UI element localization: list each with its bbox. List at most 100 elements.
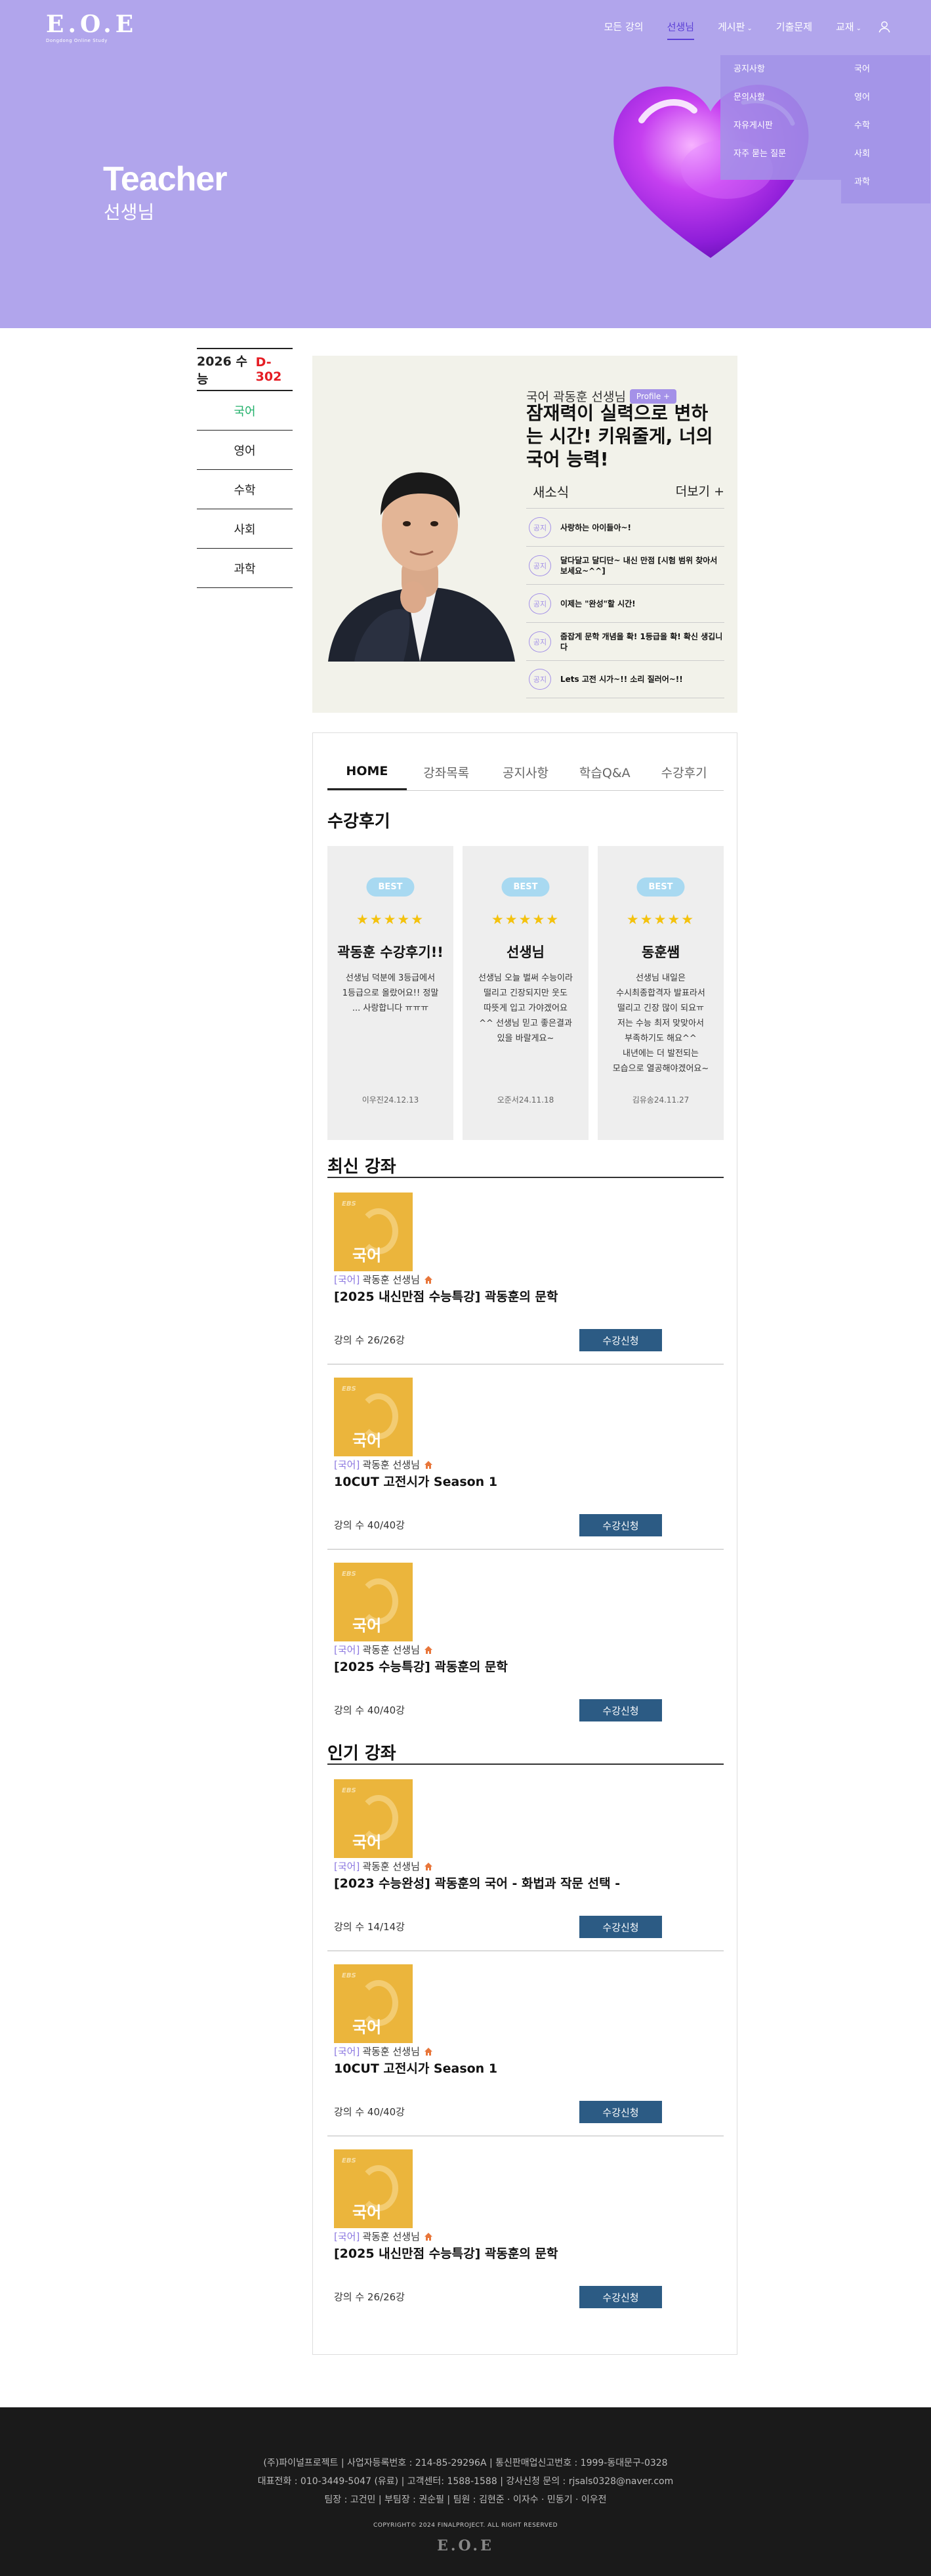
course-thumbnail[interactable]: EBS 국어 — [334, 1563, 413, 1641]
thumb-subject: 국어 — [352, 1431, 382, 1450]
news-text: 줍잡게 문학 개념을 확! 1등급을 확! 확신 생깁니다 — [560, 631, 723, 652]
news-item[interactable]: 공지 이제는 "완성"할 시간! — [526, 584, 724, 622]
dropdown-math[interactable]: 수학 — [841, 119, 930, 148]
enroll-button[interactable]: 수강신청 — [579, 2101, 662, 2123]
house-icon[interactable] — [423, 2046, 434, 2057]
sidebar-item-korean[interactable]: 국어 — [197, 391, 293, 431]
footer-logo[interactable]: E.O.E — [437, 2537, 494, 2554]
news-item[interactable]: 공지 줍잡게 문학 개념을 확! 1등급을 확! 확신 생깁니다 — [526, 622, 724, 660]
course-category: [국어] — [334, 1861, 360, 1872]
chevron-down-icon: ⌄ — [856, 25, 861, 32]
dropdown-notice[interactable]: 공지사항 — [720, 63, 841, 91]
dropdown-science[interactable]: 과학 — [841, 176, 930, 204]
review-author-date: 김유송24.11.27 — [632, 1095, 690, 1105]
footer-contact-info: 대표전화 : 010-3449-5047 (유료) | 고객센터: 1588-1… — [257, 2476, 674, 2487]
news-more-link[interactable]: 더보기 + — [676, 482, 724, 501]
dropdown-korean[interactable]: 국어 — [841, 63, 930, 91]
thumb-subject: 국어 — [352, 2018, 382, 2037]
house-icon[interactable] — [423, 2231, 434, 2242]
tab-home[interactable]: HOME — [327, 754, 407, 790]
tab-notice[interactable]: 공지사항 — [486, 754, 566, 790]
tab-course-list[interactable]: 강좌목록 — [407, 754, 486, 790]
review-card[interactable]: BEST ★★★★★ 곽동훈 수강후기!! 선생님 덕분에 3등급에서 1등급으… — [327, 846, 453, 1140]
best-badge: BEST — [501, 877, 550, 897]
course-title[interactable]: [2023 수능완성] 곽동훈의 국어 - 화법과 작문 선택 - — [334, 1874, 620, 1891]
course-thumbnail[interactable]: EBS 국어 — [334, 1964, 413, 2043]
dropdown-faq[interactable]: 자주 묻는 질문 — [720, 148, 841, 176]
course-category: [국어] — [334, 1274, 360, 1286]
course-title[interactable]: [2025 내신만점 수능특강] 곽동훈의 문학 — [334, 2244, 558, 2262]
news-item[interactable]: 공지 달다달고 달디단~ 내신 만점 [시험 범위 찾아서 보세요~^^] — [526, 546, 724, 584]
enroll-button[interactable]: 수강신청 — [579, 1916, 662, 1938]
review-card[interactable]: BEST ★★★★★ 선생님 선생님 오늘 벌써 수능이라 떨리고 긴장되지만 … — [463, 846, 589, 1140]
lecture-count: 강의 수 40/40강 — [334, 2106, 405, 2118]
sidebar-item-social[interactable]: 사회 — [197, 509, 293, 549]
course-thumbnail[interactable]: EBS 국어 — [334, 1193, 413, 1271]
news-text: 달다달고 달디단~ 내신 만점 [시험 범위 찾아서 보세요~^^] — [560, 555, 718, 576]
nav-all-courses[interactable]: 모든 강의 — [592, 17, 655, 36]
news-item[interactable]: 공지 사랑하는 아이들아~! — [526, 508, 724, 546]
course-title[interactable]: [2025 수능특강] 곽동훈의 문학 — [334, 1657, 508, 1675]
nav-past-exams[interactable]: 기출문제 — [764, 17, 824, 36]
dropdown-english[interactable]: 영어 — [841, 91, 930, 119]
review-author-date: 이우진24.12.13 — [362, 1095, 419, 1105]
news-item[interactable]: 공지 Lets 고전 시가~!! 소리 질러어~!! — [526, 660, 724, 698]
course-item: EBS 국어 [국어] 곽동훈 선생님 10CUT 고전시가 Season 1 … — [327, 1364, 724, 1550]
enroll-button[interactable]: 수강신청 — [579, 1514, 662, 1536]
review-card[interactable]: BEST ★★★★★ 동훈쌤 선생님 내일은 수시최종합격자 발표라서 떨리고 … — [598, 846, 724, 1140]
lecture-count: 강의 수 26/26강 — [334, 1334, 405, 1346]
house-icon[interactable] — [423, 1460, 434, 1470]
dropdown-free-board[interactable]: 자유게시판 — [720, 119, 841, 148]
enroll-button[interactable]: 수강신청 — [579, 2286, 662, 2308]
best-badge: BEST — [366, 877, 415, 897]
house-icon[interactable] — [423, 1275, 434, 1285]
enroll-button[interactable]: 수강신청 — [579, 1699, 662, 1721]
books-dropdown: 국어 영어 수학 사회 과학 — [841, 55, 930, 203]
thumb-subject: 국어 — [352, 1246, 382, 1265]
sidebar-item-science[interactable]: 과학 — [197, 549, 293, 588]
teacher-slogan: 잠재력이 실력으로 변하는 시간! 키워줄게, 너의 국어 능력! — [526, 402, 713, 470]
news-list: 공지 사랑하는 아이들아~! 공지 달다달고 달디단~ 내신 만점 [시험 범위… — [526, 508, 724, 698]
logo-mark: E.O.E — [46, 11, 138, 38]
course-title[interactable]: 10CUT 고전시가 Season 1 — [334, 1472, 497, 1490]
latest-courses-title: 최신 강좌 — [327, 1157, 396, 1177]
nav-teachers[interactable]: 선생님 — [655, 17, 706, 40]
tab-reviews[interactable]: 수강후기 — [644, 754, 724, 790]
teacher-content-panel: HOME 강좌목록 공지사항 학습Q&A 수강후기 수강후기 BEST ★★★★… — [312, 732, 737, 2355]
tab-qna[interactable]: 학습Q&A — [565, 754, 644, 790]
notice-tag: 공지 — [529, 593, 551, 614]
teacher-profile-card: 국어 곽동훈 선생님 Profile + 잠재력이 실력으로 변하는 시간! 키… — [312, 356, 737, 713]
course-item: EBS 국어 [국어] 곽동훈 선생님 [2025 내신만점 수능특강] 곽동훈… — [327, 2136, 724, 2321]
dday-counter: D-302 — [255, 355, 282, 384]
course-teacher: 곽동훈 선생님 — [362, 1861, 420, 1872]
course-thumbnail[interactable]: EBS 국어 — [334, 1779, 413, 1858]
house-icon[interactable] — [423, 1645, 434, 1655]
course-teacher: 곽동훈 선생님 — [362, 1644, 420, 1656]
lecture-count: 강의 수 14/14강 — [334, 1921, 405, 1933]
house-icon[interactable] — [423, 1861, 434, 1872]
nav-board[interactable]: 게시판 ⌄ — [706, 17, 764, 36]
lecture-count: 강의 수 40/40강 — [334, 1704, 405, 1716]
ebs-mark: EBS — [342, 1385, 356, 1393]
course-title[interactable]: 10CUT 고전시가 Season 1 — [334, 2059, 497, 2077]
notice-tag: 공지 — [529, 669, 551, 690]
sidebar-item-math[interactable]: 수학 — [197, 470, 293, 509]
dropdown-social[interactable]: 사회 — [841, 148, 930, 176]
news-text: 이제는 "완성"할 시간! — [560, 599, 636, 608]
enroll-button[interactable]: 수강신청 — [579, 1329, 662, 1351]
course-thumbnail[interactable]: EBS 국어 — [334, 2149, 413, 2228]
sidebar-item-english[interactable]: 영어 — [197, 431, 293, 470]
course-title[interactable]: [2025 내신만점 수능특강] 곽동훈의 문학 — [334, 1287, 558, 1305]
course-item: EBS 국어 [국어] 곽동훈 선생님 [2025 내신만점 수능특강] 곽동훈… — [327, 1179, 724, 1364]
user-icon[interactable] — [877, 20, 892, 34]
dropdown-inquiry[interactable]: 문의사항 — [720, 91, 841, 119]
nav-books[interactable]: 교재 ⌄ — [824, 17, 873, 36]
news-header: 새소식 더보기 + — [533, 482, 724, 501]
notice-tag: 공지 — [529, 517, 551, 538]
ebs-mark: EBS — [342, 2157, 356, 2164]
course-meta: [국어] 곽동훈 선생님 — [334, 1458, 434, 1471]
course-thumbnail[interactable]: EBS 국어 — [334, 1378, 413, 1456]
site-logo[interactable]: E.O.E Dongdong Online Study — [46, 11, 138, 46]
course-teacher: 곽동훈 선생님 — [362, 1459, 420, 1471]
lecture-count: 강의 수 40/40강 — [334, 1519, 405, 1531]
